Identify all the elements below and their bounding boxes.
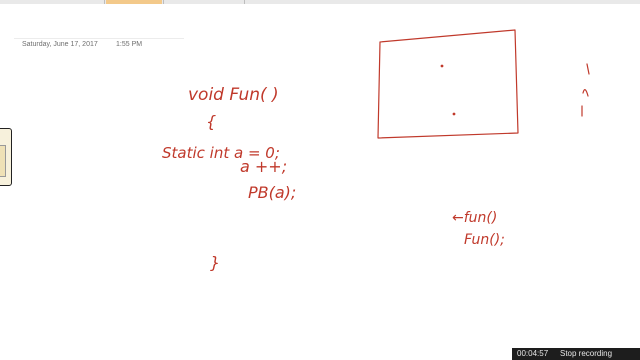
ink-dot	[452, 112, 456, 116]
ink-brace-open: {	[206, 112, 216, 131]
ink-call-one: ←fun()	[452, 210, 497, 226]
ink-canvas[interactable]: void Fun( ) { Static int a = 0; a ++; PB…	[0, 0, 640, 360]
ink-exclamation	[586, 63, 590, 75]
ink-code-print: PB(a);	[248, 183, 296, 202]
ink-dot	[440, 64, 444, 68]
ink-call-two: Fun();	[464, 232, 505, 248]
ink-rectangle	[377, 29, 519, 139]
ink-caret	[582, 89, 589, 97]
ink-code-signature: void Fun( )	[188, 85, 279, 105]
recording-timer: 00:04:57	[517, 349, 549, 358]
ink-brace-close: }	[210, 253, 220, 272]
stop-recording-button[interactable]: Stop recording	[560, 349, 612, 358]
ink-code-increment: a ++;	[240, 157, 287, 176]
